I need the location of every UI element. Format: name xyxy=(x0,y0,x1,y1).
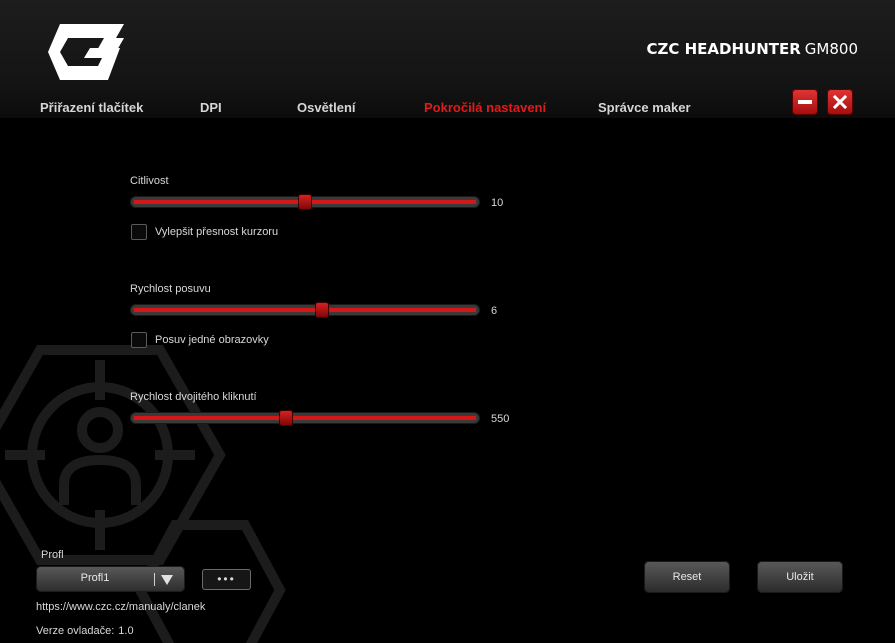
checkbox-box[interactable] xyxy=(131,224,147,240)
scroll-one-screen-label: Posuv jedné obrazovky xyxy=(155,334,269,346)
double-click-speed-slider[interactable] xyxy=(130,410,480,426)
brand-logo-icon xyxy=(48,24,124,80)
scroll-speed-value: 6 xyxy=(491,305,498,317)
tab-lighting[interactable]: Osvětlení xyxy=(297,100,356,115)
slider-fill xyxy=(134,308,476,312)
minimize-button[interactable] xyxy=(792,89,818,115)
driver-version: Verze ovladače: 1.0 xyxy=(36,625,134,637)
save-button[interactable]: Uložit xyxy=(757,561,843,593)
close-icon xyxy=(833,95,847,109)
scroll-one-screen-checkbox[interactable]: Posuv jedné obrazovky xyxy=(131,332,269,348)
enhance-precision-label: Vylepšit přesnost kurzoru xyxy=(155,226,279,238)
tab-advanced-settings[interactable]: Pokročilá nastavení xyxy=(424,100,546,115)
tab-button-assignment[interactable]: Přiřazení tlačítek xyxy=(40,100,143,115)
version-value: 1.0 xyxy=(118,625,134,637)
close-button[interactable] xyxy=(827,89,853,115)
reset-button[interactable]: Reset xyxy=(644,561,730,593)
double-click-speed-value: 550 xyxy=(491,413,510,425)
sensitivity-slider[interactable] xyxy=(130,194,480,210)
tab-bar: Přiřazení tlačítek DPI Osvětlení Pokroči… xyxy=(0,100,895,118)
manual-url: https://www.czc.cz/manualy/clanek xyxy=(36,601,206,613)
sensitivity-label: Citlivost xyxy=(130,175,169,187)
version-label: Verze ovladače: xyxy=(36,625,115,637)
slider-thumb[interactable] xyxy=(279,410,294,426)
slider-fill xyxy=(134,416,476,420)
chevron-down-icon xyxy=(161,575,173,585)
slider-thumb[interactable] xyxy=(314,302,329,318)
slider-thumb[interactable] xyxy=(298,194,312,210)
scroll-speed-label: Rychlost posuvu xyxy=(130,283,211,295)
sensitivity-value: 10 xyxy=(491,197,504,209)
profile-selected-value: Profl1 xyxy=(80,572,110,584)
checkbox-box[interactable] xyxy=(131,332,147,348)
enhance-precision-checkbox[interactable]: Vylepšit přesnost kurzoru xyxy=(131,224,278,240)
product-name: CZC HEADHUNTER GM800 xyxy=(647,40,859,58)
profile-label: Profl xyxy=(41,549,64,561)
dropdown-separator xyxy=(154,573,155,586)
profile-more-button[interactable]: ••• xyxy=(202,569,251,590)
brand-model: GM800 xyxy=(804,40,858,58)
tab-macro-manager[interactable]: Správce maker xyxy=(598,100,691,115)
double-click-speed-label: Rychlost dvojitého kliknutí xyxy=(130,391,257,403)
profile-dropdown[interactable]: Profl1 xyxy=(36,566,185,592)
tab-dpi[interactable]: DPI xyxy=(200,100,222,115)
minimize-icon xyxy=(798,100,812,104)
scroll-speed-slider[interactable] xyxy=(130,302,480,318)
brand-name: CZC HEADHUNTER xyxy=(646,40,801,58)
